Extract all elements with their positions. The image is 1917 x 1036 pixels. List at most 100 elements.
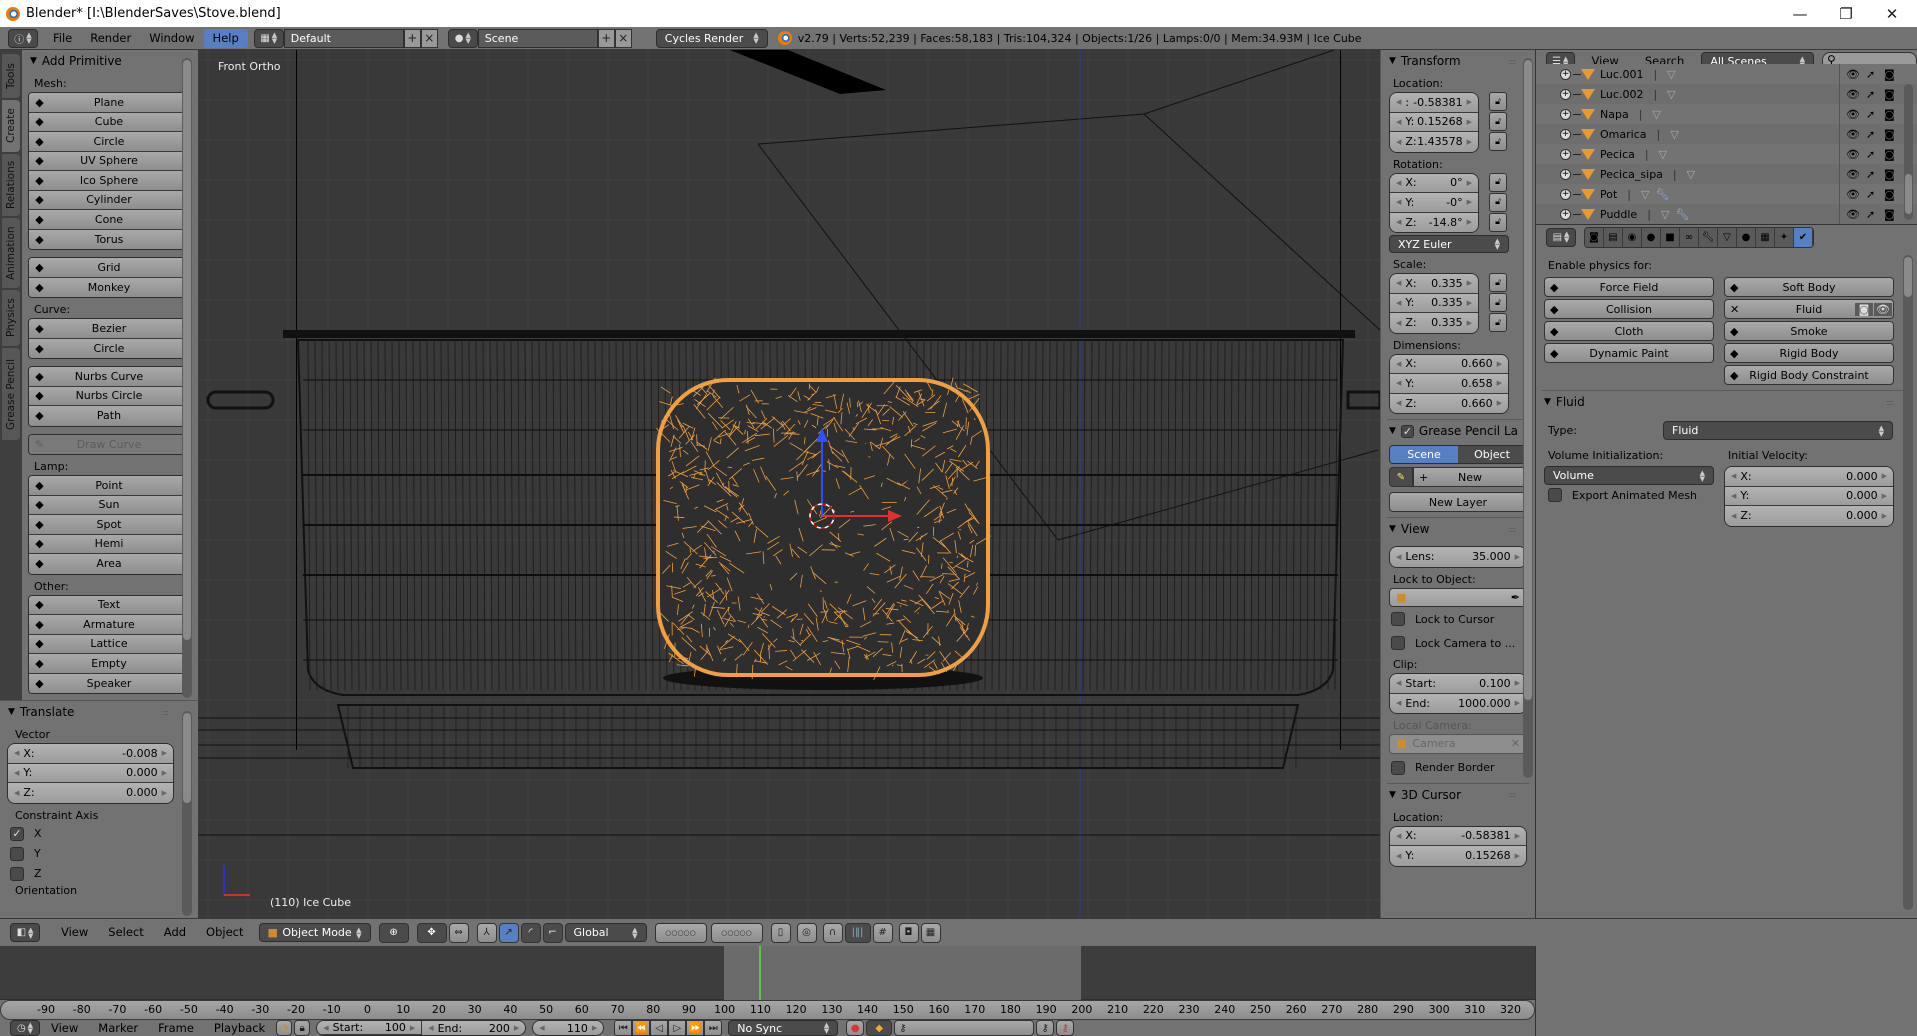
hemi-button[interactable]: ◆ Hemi [29, 534, 189, 554]
vector-field-0[interactable]: ◀ X: -0.008 ▶ [8, 744, 173, 764]
path-button[interactable]: ◆ Path [29, 406, 189, 426]
tool-shelf-scrollbar[interactable] [182, 58, 192, 698]
lock-toggle[interactable]: 🔓︎ [1489, 293, 1507, 312]
npanel-scrollbar[interactable] [1523, 58, 1533, 778]
plane-button[interactable]: ◆ Plane [29, 93, 189, 113]
tab-create[interactable]: Create [2, 100, 20, 152]
torus-button[interactable]: ◆ Torus [29, 229, 189, 249]
render-opengl-button[interactable]: ◘ [898, 922, 919, 943]
select-cursor-icon[interactable]: ➚ [1866, 188, 1875, 201]
viewport-scene[interactable] [198, 50, 1380, 918]
rotation-field-0[interactable]: ◀ X: 0° ▶ [1390, 173, 1478, 193]
scale-field-2[interactable]: ◀ Z: 0.335 ▶ [1390, 313, 1478, 333]
grease-pencil-enabled-checkbox[interactable]: ✓ [1400, 424, 1414, 438]
select-cursor-icon[interactable]: ➚ [1866, 208, 1875, 221]
lock-to-cursor-checkbox[interactable] [1391, 612, 1405, 626]
checkbox[interactable] [10, 846, 24, 861]
timeline-menu-frame[interactable]: Frame [149, 1020, 203, 1036]
uv-sphere-button[interactable]: ◆ UV Sphere [29, 151, 189, 171]
scale-field-1[interactable]: ◀ Y: 0.335 ▶ [1390, 293, 1478, 313]
lens-field[interactable]: ◀ Lens: 35.000 ▶ [1390, 547, 1526, 567]
visibility-eye-icon[interactable]: 👁︎ [1846, 208, 1860, 221]
minimize-button[interactable]: — [1777, 0, 1823, 27]
scale-manipulator-button[interactable]: ⌐ [542, 922, 563, 943]
menu-window[interactable]: Window [140, 29, 203, 48]
view3d-menu-object[interactable]: Object [197, 923, 252, 942]
render-camera-icon[interactable]: ◙ [1884, 188, 1895, 201]
fluid-button[interactable]: ✕ Fluid ◙ 👁︎ [1724, 299, 1894, 319]
grid-button[interactable]: ◆ Grid [29, 258, 189, 278]
lock-toggle[interactable]: 🔓︎ [1489, 192, 1507, 212]
timeline-area[interactable] [0, 946, 1535, 1000]
rotation-mode-dropdown[interactable]: XYZ Euler ▲ ▼ [1389, 235, 1509, 253]
timeline-ruler[interactable]: -90 -80 -70 -60 -50 -40 -30 -20 -10 0 10 20 30 40 50 60… [0, 1000, 1535, 1020]
drag-grip-icon[interactable]: :::: [161, 708, 169, 717]
lock-toggle[interactable]: 🔓︎ [1489, 92, 1507, 111]
expand-icon[interactable]: + [1560, 68, 1571, 80]
timeline-menu-view[interactable]: View [42, 1020, 87, 1036]
select-cursor-icon[interactable]: ➚ [1866, 148, 1875, 161]
select-cursor-icon[interactable]: ➚ [1866, 168, 1875, 181]
export-animated-checkbox[interactable] [1548, 488, 1562, 502]
add-scene-button[interactable]: + [597, 28, 615, 48]
lock-toggle[interactable]: 🔓︎ [1489, 112, 1507, 131]
play-button[interactable]: ▷ [668, 1020, 687, 1036]
visibility-eye-icon[interactable]: 👁︎ [1846, 128, 1860, 141]
pivot-point-dropdown[interactable]: ✥ [416, 922, 447, 943]
sync-mode-dropdown[interactable]: No Sync ▲ ▼ [728, 1020, 839, 1036]
outliner-item[interactable]: + Luc.001 | ▽ 👁︎ ➚ ◙ [1536, 64, 1917, 84]
tab-render[interactable]: ◙ [1585, 227, 1604, 247]
tab-world[interactable]: ● [1642, 227, 1661, 247]
outliner-item[interactable]: + Pecica_sipa | ▽ 👁︎ ➚ ◙ [1536, 164, 1917, 184]
rotate-manipulator-button[interactable]: ◜ [520, 922, 541, 943]
dimension-field-0[interactable]: ◀ X: 0.660 ▶ [1390, 354, 1508, 374]
lock-toggle[interactable]: 🔓︎ [1489, 132, 1507, 151]
gp-object-toggle[interactable]: Object [1458, 446, 1526, 463]
transform-header[interactable]: ▼ Transform:::: [1381, 50, 1535, 72]
outliner-item[interactable]: + Omarica | ▽ 👁︎ ➚ ◙ [1536, 124, 1917, 144]
tab-grease-pencil[interactable]: Grease Pencil [2, 348, 20, 440]
3d-cursor-header[interactable]: ▼ 3D Cursor:::: [1381, 784, 1535, 806]
grease-pencil-header[interactable]: ▼ ✓ Grease Pencil La [1381, 420, 1535, 442]
insert-keyframe-button[interactable]: ⚷ [1036, 1020, 1055, 1036]
lock-layers-toggle[interactable]: ▯ [770, 922, 791, 943]
render-camera-icon[interactable]: ◙ [1884, 68, 1895, 81]
checkbox[interactable] [10, 866, 24, 881]
initial-velocity-field-2[interactable]: ◀ Z: 0.000 ▶ [1725, 506, 1893, 526]
gp-new-layer-button[interactable]: New Layer [1389, 492, 1527, 512]
jump-start-button[interactable]: ⏮ [614, 1020, 633, 1036]
delete-keyframe-button[interactable]: ⚷ [1056, 1020, 1075, 1036]
start-frame-field[interactable]: ◀ Start: 100 ▶ [317, 1021, 422, 1035]
render-camera-icon[interactable]: ◙ [1855, 302, 1873, 316]
initial-velocity-field-0[interactable]: ◀ X: 0.000 ▶ [1725, 467, 1893, 487]
monkey-button[interactable]: ◆ Monkey [29, 277, 189, 297]
editor-type-3d-view[interactable]: ◧ ▲ ▼ [10, 923, 40, 942]
render-camera-icon[interactable]: ◙ [1884, 208, 1895, 221]
outliner-item[interactable]: + Puddle | ▽ 🔧︎ 👁︎ ➚ ◙ [1536, 204, 1917, 224]
snap-element-dropdown[interactable]: |‖| [844, 922, 871, 943]
expand-icon[interactable]: + [1560, 128, 1571, 140]
constraint-axis-z[interactable]: Z [10, 864, 198, 884]
view-header[interactable]: ▼ View:::: [1381, 518, 1535, 540]
translate-manipulator-button[interactable]: ↗ [498, 922, 519, 943]
text-button[interactable]: ◆ Text [29, 595, 189, 615]
end-frame-field[interactable]: ◀ End: 200 ▶ [421, 1021, 526, 1035]
cylinder-button[interactable]: ◆ Cylinder [29, 190, 189, 210]
visibility-eye-icon[interactable]: 👁︎ [1846, 88, 1860, 101]
tab-data[interactable]: ▽ [1718, 227, 1737, 247]
soft-body-button[interactable]: ◆ Soft Body [1724, 277, 1894, 297]
tab-scene[interactable]: ◉ [1623, 227, 1642, 247]
manipulator-toggle[interactable]: ⅄ [476, 922, 497, 943]
snap-toggle[interactable]: ∩ [822, 922, 843, 943]
eyedropper-icon[interactable]: ✒ [1511, 591, 1520, 604]
jump-keyframe-prev-button[interactable]: ⏪ [632, 1020, 651, 1036]
tab-physics[interactable]: Physics [2, 290, 20, 346]
tab-constraints[interactable]: ∞ [1680, 227, 1699, 247]
lock-toggle[interactable]: 🔓︎ [1489, 212, 1507, 232]
add-layout-button[interactable]: + [403, 28, 421, 48]
select-cursor-icon[interactable]: ➚ [1866, 108, 1875, 121]
lock-time-toggle[interactable]: 🔒︎ [294, 1020, 311, 1036]
location-field-2[interactable]: ◀ Z: 1.43578 ▶ [1390, 132, 1478, 152]
ico-sphere-button[interactable]: ◆ Ico Sphere [29, 171, 189, 191]
view3d-menu-view[interactable]: View [52, 923, 97, 942]
